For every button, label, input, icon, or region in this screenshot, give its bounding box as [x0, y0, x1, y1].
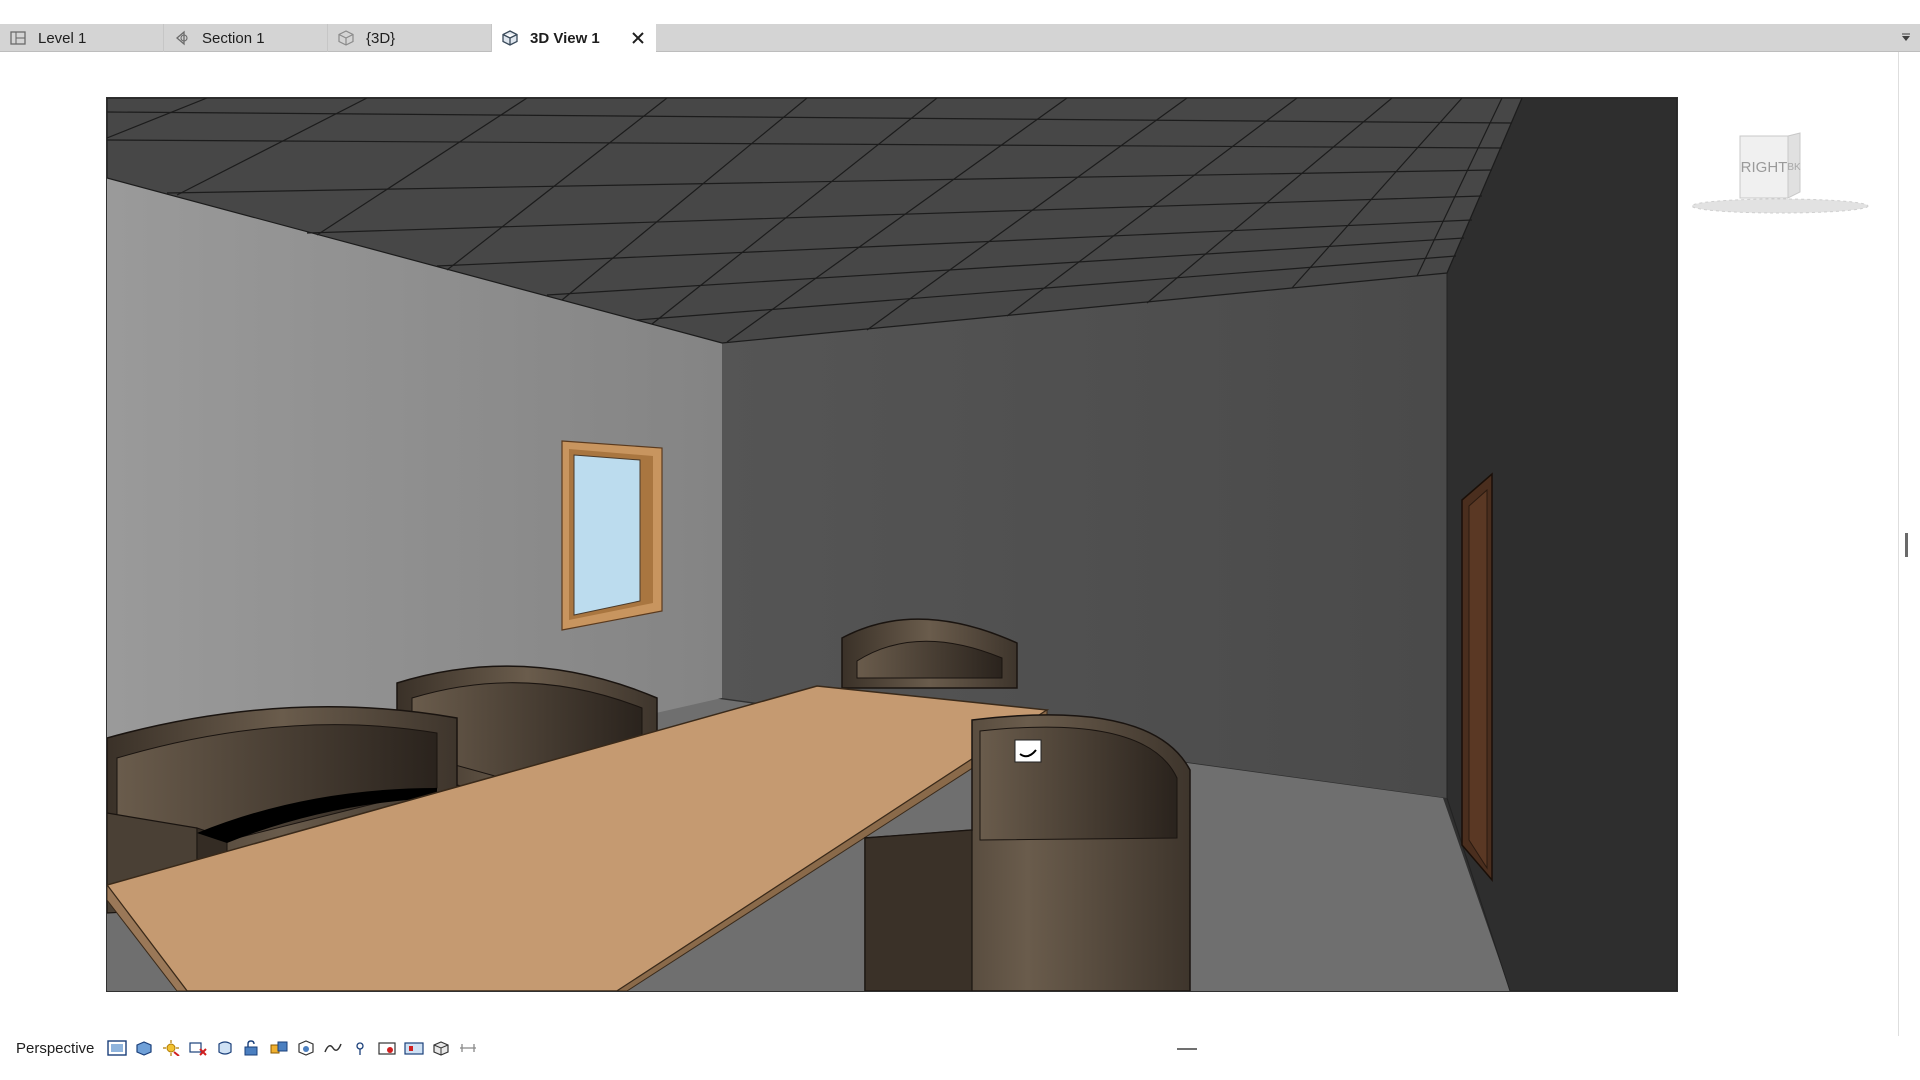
- temporary-hide-isolate-icon[interactable]: [268, 1038, 290, 1058]
- tab-label: Level 1: [38, 29, 87, 47]
- reveal-constraints-icon[interactable]: [349, 1038, 371, 1058]
- tab-level-1[interactable]: Level 1: [0, 24, 164, 52]
- unlock-3d-view-icon[interactable]: [241, 1038, 263, 1058]
- analytical-model-icon[interactable]: [457, 1038, 479, 1058]
- close-tab-button[interactable]: [628, 28, 648, 48]
- viewcube[interactable]: RIGHT BK: [1690, 128, 1870, 218]
- tab-label: {3D}: [366, 29, 396, 47]
- tab-list-dropdown[interactable]: [1898, 30, 1914, 46]
- view-mode-label[interactable]: Perspective: [16, 1040, 106, 1057]
- window: [561, 440, 663, 631]
- view-tab-bar: Level 1 Section 1 {3D} 3D View 1: [0, 24, 1920, 52]
- tab-label: Section 1: [202, 29, 265, 47]
- reveal-hidden-elements-icon[interactable]: [295, 1038, 317, 1058]
- worksharing-display-icon[interactable]: [322, 1038, 344, 1058]
- temporary-view-properties-icon[interactable]: [376, 1038, 398, 1058]
- tab-3d[interactable]: {3D}: [328, 24, 492, 52]
- resize-grip[interactable]: [1177, 1048, 1197, 1050]
- render-icon[interactable]: [403, 1038, 425, 1058]
- visual-style-icon[interactable]: [106, 1038, 128, 1058]
- viewcube-right-label[interactable]: RIGHT: [1741, 159, 1788, 176]
- close-icon: [632, 32, 644, 44]
- viewcube-back-label[interactable]: BK: [1787, 162, 1801, 173]
- scroll-handle[interactable]: [1905, 533, 1908, 557]
- crop-view-icon[interactable]: [187, 1038, 209, 1058]
- chevron-down-icon: [1902, 33, 1910, 41]
- 3d-view-icon: [336, 28, 356, 48]
- room-perspective-render: [107, 98, 1677, 991]
- tab-label: 3D View 1: [530, 29, 600, 47]
- sun-path-icon[interactable]: [160, 1038, 182, 1058]
- 3d-view-icon: [500, 28, 520, 48]
- view-control-bar: Perspective: [0, 1036, 1920, 1060]
- floor-plan-icon: [8, 28, 28, 48]
- shadows-icon[interactable]: [133, 1038, 155, 1058]
- tab-3d-view-1[interactable]: 3D View 1: [492, 24, 656, 52]
- show-crop-region-icon[interactable]: [214, 1038, 236, 1058]
- revit-window: Level 1 Section 1 {3D} 3D View 1 RIGHT B…: [0, 0, 1920, 1080]
- section-view-icon: [172, 28, 192, 48]
- tab-section-1[interactable]: Section 1: [164, 24, 328, 52]
- highlight-displacement-icon[interactable]: [430, 1038, 452, 1058]
- orbit-target-marker: [1014, 739, 1042, 763]
- 3d-viewport[interactable]: [106, 97, 1678, 992]
- door: [1461, 472, 1493, 883]
